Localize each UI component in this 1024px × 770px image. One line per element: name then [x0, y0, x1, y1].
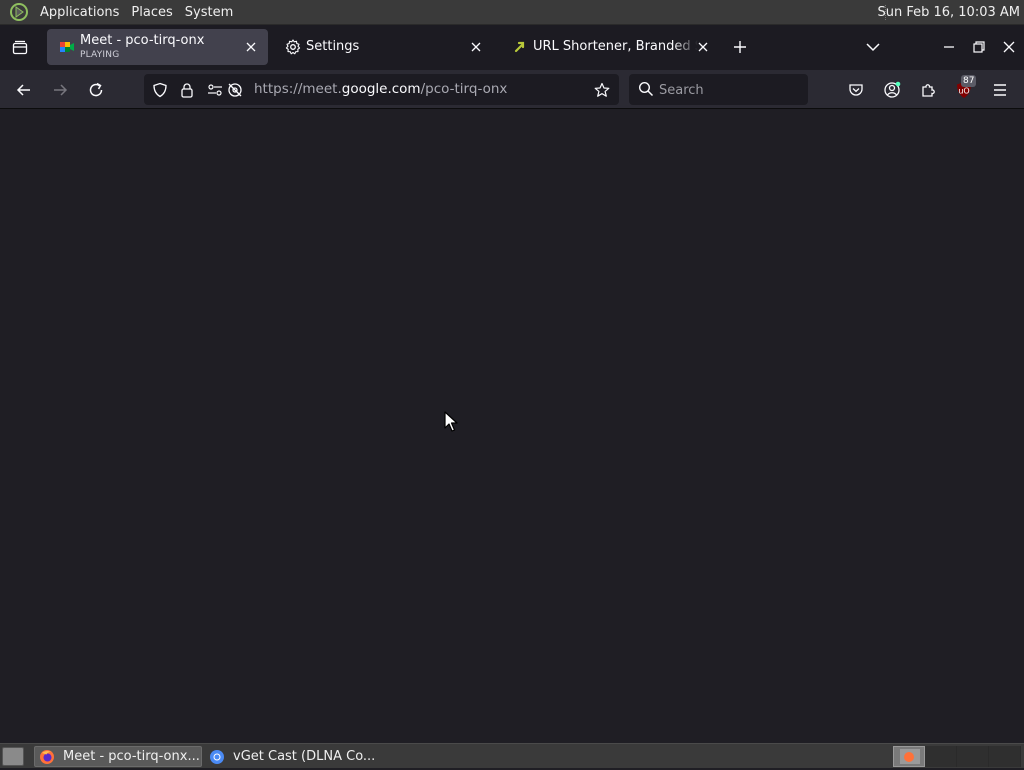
workspace-switcher[interactable] — [893, 746, 1023, 767]
url-path: /pco-tirq-onx — [420, 81, 508, 97]
tab-playing-label: PLAYING — [80, 50, 120, 60]
arrow-left-icon — [16, 84, 30, 96]
url-bar[interactable]: https://meet.google.com/pco-tirq-onx — [144, 74, 619, 105]
workspace-2[interactable] — [925, 746, 957, 767]
reload-icon — [89, 82, 103, 97]
firefox-mini-icon — [900, 749, 920, 764]
menu-system[interactable]: System — [179, 0, 239, 25]
forward-button[interactable] — [47, 77, 73, 103]
url-host: google.com — [341, 81, 421, 97]
minimize-icon — [944, 46, 954, 48]
search-input[interactable] — [659, 80, 799, 100]
system-taskbar: Meet - pco-tirq-onx... vGet Cast (DLNA C… — [0, 743, 1024, 768]
chromium-icon — [209, 749, 225, 765]
menu-applications[interactable]: Applications — [34, 0, 125, 25]
bitly-favicon-icon — [512, 39, 528, 55]
firefox-view-button[interactable] — [8, 36, 32, 60]
close-tab-button[interactable] — [242, 38, 260, 56]
permissions-icon[interactable] — [206, 81, 224, 99]
url-text[interactable]: https://meet.google.com/pco-tirq-onx — [254, 81, 507, 97]
workspace-1[interactable] — [893, 746, 925, 767]
tab-settings[interactable]: Settings — [273, 29, 493, 65]
tab-url-shortener[interactable]: URL Shortener, Branded Short Links & Ana… — [500, 29, 720, 65]
taskbar-item-label: Meet - pco-tirq-onx... — [63, 749, 200, 764]
open-menu-button[interactable] — [987, 77, 1013, 103]
gear-icon — [285, 39, 301, 55]
tab-title: Meet - pco-tirq-onx — [80, 33, 205, 48]
close-icon — [246, 42, 256, 52]
list-all-tabs-button[interactable] — [862, 36, 884, 58]
tab-title: Settings — [306, 39, 360, 54]
system-top-panel: Applications Places System Sun Feb 16, 1… — [0, 0, 1024, 25]
close-window-button[interactable] — [998, 36, 1020, 58]
clock[interactable]: Sun Feb 16, 10:03 AM — [877, 0, 1020, 25]
tracking-protection-shield-icon[interactable] — [151, 81, 169, 99]
google-meet-favicon-icon — [59, 39, 75, 55]
svg-text:uO: uO — [958, 87, 969, 96]
show-desktop-button[interactable] — [2, 747, 24, 766]
tab-title: URL Shortener, Branded Short Links & Ana… — [533, 39, 698, 54]
pocket-button[interactable] — [843, 77, 869, 103]
lock-icon[interactable] — [178, 81, 196, 99]
pocket-icon — [849, 84, 863, 96]
close-tab-button[interactable] — [467, 38, 485, 56]
page-content-area[interactable] — [0, 110, 1024, 743]
ublock-badge-count: 87 — [961, 75, 977, 87]
search-bar[interactable] — [629, 74, 808, 105]
back-button[interactable] — [11, 77, 37, 103]
reload-button[interactable] — [83, 77, 109, 103]
menu-places[interactable]: Places — [125, 0, 178, 25]
chevron-down-icon — [866, 43, 880, 52]
firefox-icon — [39, 749, 55, 765]
mouse-pointer-icon — [444, 411, 458, 437]
tab-meet[interactable]: Meet - pco-tirq-onx PLAYING — [47, 29, 268, 65]
restore-button[interactable] — [968, 36, 990, 58]
close-icon — [1003, 41, 1015, 53]
taskbar-item-vget-cast[interactable]: vGet Cast (DLNA Co... — [205, 746, 375, 767]
navigation-toolbar: https://meet.google.com/pco-tirq-onx uO … — [0, 70, 1024, 109]
account-icon — [884, 81, 901, 98]
extensions-button[interactable] — [915, 77, 941, 103]
account-button[interactable] — [879, 77, 905, 103]
plus-icon — [734, 41, 746, 53]
bookmark-star-icon[interactable] — [593, 81, 611, 99]
search-icon — [638, 81, 656, 99]
restore-icon — [973, 41, 985, 53]
firefox-view-icon — [12, 40, 28, 55]
tab-strip: Meet - pco-tirq-onx PLAYING Settings URL… — [0, 25, 1024, 70]
url-prefix: https://meet. — [254, 81, 342, 97]
hamburger-menu-icon — [994, 84, 1006, 96]
close-tab-button[interactable] — [694, 38, 712, 56]
applications-logo-icon[interactable] — [9, 2, 29, 22]
new-tab-button[interactable] — [729, 36, 751, 58]
arrow-right-icon — [54, 84, 68, 96]
workspace-4[interactable] — [989, 746, 1021, 767]
puzzle-icon — [922, 84, 935, 97]
taskbar-item-label: vGet Cast (DLNA Co... — [233, 749, 376, 764]
taskbar-item-firefox[interactable]: Meet - pco-tirq-onx... — [34, 746, 202, 767]
close-icon — [471, 42, 481, 52]
close-icon — [698, 42, 708, 52]
camera-blocked-icon[interactable] — [226, 81, 244, 99]
minimize-button[interactable] — [938, 36, 960, 58]
workspace-3[interactable] — [957, 746, 989, 767]
